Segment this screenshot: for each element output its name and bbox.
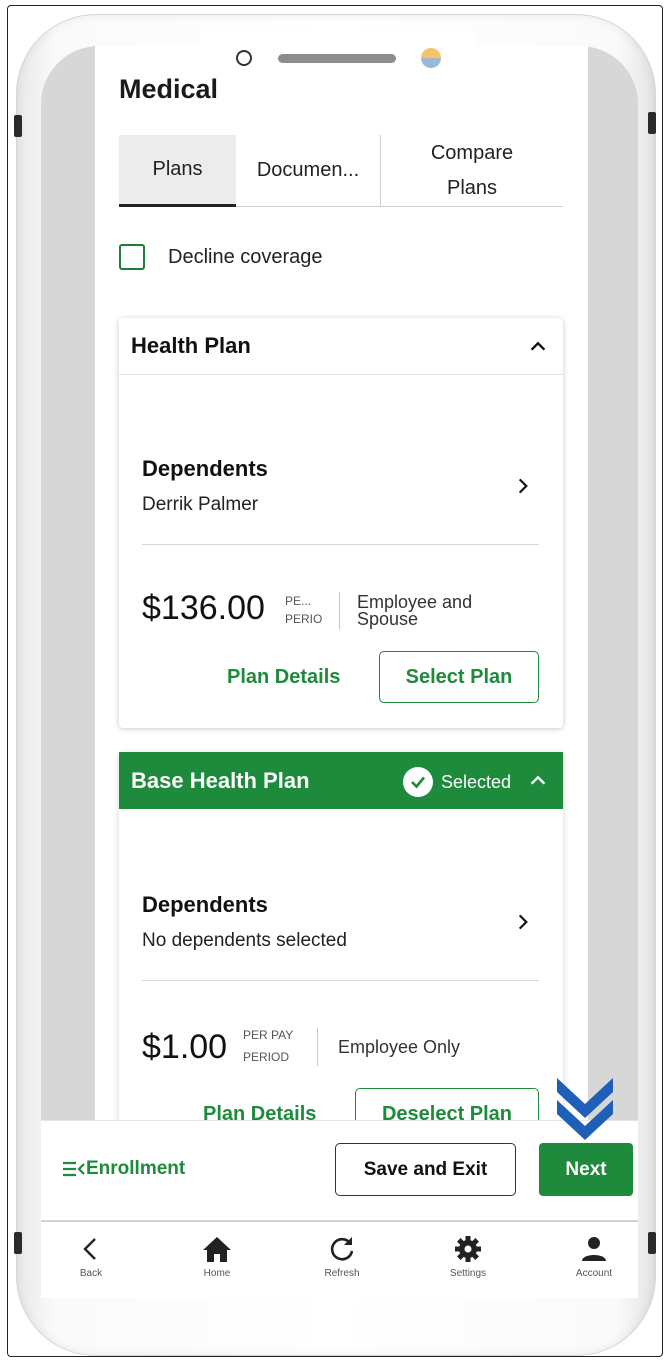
nav-back[interactable]: Back (51, 1234, 131, 1279)
dependents-row[interactable]: Dependents Derrik Palmer (142, 456, 539, 516)
page-title: Medical (119, 74, 219, 104)
dependents-value: Derrik Palmer (142, 494, 259, 515)
plan-card-header[interactable]: Health Plan (119, 318, 563, 375)
tab-compare-label-line1: Compare (430, 141, 514, 164)
dependents-label: Dependents (142, 892, 268, 917)
menu-collapse-icon (63, 1161, 85, 1177)
divider (142, 544, 539, 545)
tab-plans[interactable]: Plans (119, 135, 236, 207)
price-separator (339, 592, 340, 630)
phone-side-button-right (648, 112, 656, 134)
person-icon (582, 1237, 606, 1261)
price-separator (317, 1028, 318, 1066)
plan-details-link[interactable]: Plan Details (227, 666, 340, 689)
select-plan-button[interactable]: Select Plan (379, 651, 539, 703)
nav-refresh[interactable]: Refresh (302, 1234, 382, 1279)
speaker-grille (278, 54, 396, 63)
tab-plans-label: Plans (152, 158, 203, 180)
camera-icon (236, 50, 252, 66)
nav-account-label: Account (575, 1268, 613, 1279)
chevron-right-icon (518, 914, 528, 930)
enrollment-menu-link[interactable]: Enrollment (62, 1158, 185, 1180)
plan-card-base-health-plan: Base Health Plan Selected Dependents No … (119, 752, 563, 1152)
tab-compare-label-line2: Plans (446, 176, 498, 199)
nav-back-label: Back (79, 1268, 103, 1279)
nav-settings[interactable]: Settings (428, 1234, 508, 1279)
nav-home-label: Home (203, 1268, 231, 1279)
nav-account[interactable]: Account (554, 1234, 634, 1279)
dependents-label: Dependents (142, 456, 268, 481)
tab-compare-plans[interactable]: Compare Plans (381, 135, 563, 207)
sensor-icon (421, 48, 441, 68)
plan-price: $1.00 (142, 1028, 228, 1066)
phone-side-button-left (14, 115, 22, 137)
coverage-tier-line2: Spouse (357, 609, 419, 629)
decline-coverage-row[interactable]: Decline coverage (119, 244, 323, 270)
nav-settings-label: Settings (449, 1268, 487, 1279)
gear-icon (455, 1236, 481, 1262)
check-circle-icon (402, 767, 433, 797)
price-period-line1: PER PAY (243, 1028, 294, 1042)
tab-documents[interactable]: Documen... (236, 135, 381, 207)
double-chevron-down-icon (557, 1078, 613, 1140)
chevron-up-icon[interactable] (527, 769, 549, 791)
divider (142, 980, 539, 981)
plan-card-header[interactable]: Base Health Plan Selected (119, 752, 563, 809)
chevron-left-icon (83, 1238, 96, 1260)
dependents-row[interactable]: Dependents No dependents selected (142, 892, 539, 952)
refresh-icon (330, 1237, 354, 1261)
decline-coverage-label: Decline coverage (168, 245, 323, 268)
selected-label: Selected (440, 771, 511, 792)
nav-home[interactable]: Home (177, 1234, 257, 1279)
price-period-line2: PERIOD (285, 612, 323, 626)
price-period-line2: PERIOD (243, 1050, 290, 1064)
selected-badge: Selected (402, 767, 511, 797)
save-and-exit-button[interactable]: Save and Exit (335, 1143, 516, 1196)
coverage-tier: Employee Only (338, 1037, 461, 1057)
nav-refresh-label: Refresh (324, 1268, 360, 1279)
plan-price: $136.00 (142, 589, 265, 627)
enrollment-label: Enrollment (86, 1158, 186, 1179)
plan-name: Base Health Plan (131, 767, 310, 793)
phone-side-button-right-bottom (648, 1232, 656, 1254)
plan-name: Health Plan (131, 333, 251, 358)
chevron-up-icon[interactable] (527, 335, 549, 357)
tab-documents-label: Documen... (256, 159, 360, 181)
phone-side-button-left-bottom (14, 1232, 22, 1254)
decline-coverage-checkbox[interactable] (119, 244, 145, 270)
chevron-right-icon (518, 478, 528, 494)
dependents-value: No dependents selected (142, 930, 347, 951)
next-button[interactable]: Next (539, 1143, 633, 1196)
home-icon (203, 1237, 231, 1262)
plan-card-health-plan: Health Plan Dependents Derrik Palmer $13… (119, 318, 563, 728)
price-period-line1: PE... (285, 594, 312, 608)
